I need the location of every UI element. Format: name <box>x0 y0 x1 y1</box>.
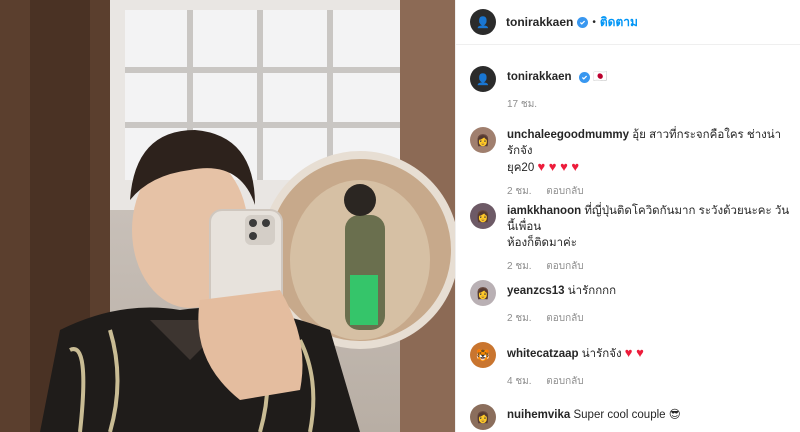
post-panel: 👤 tonirakkaen • ติดตาม 👤 tonirakkaen 🇯🇵 … <box>455 0 800 432</box>
comment-username[interactable]: whitecatzaap <box>507 348 579 360</box>
commenter-avatar[interactable]: 👩 <box>470 404 496 430</box>
reply-button[interactable]: ตอบกลับ <box>546 186 583 197</box>
comment-item: 👩 yeanzcs13 น่ารักกกก 2 ชม. ตอบกลับ <box>470 280 793 327</box>
comment-item: 👩 iamkkhanoon ที่ญี่ปุ่นติดโควิดกันมาก ร… <box>470 203 793 275</box>
post-photo <box>0 0 455 432</box>
author-avatar[interactable]: 👤 <box>470 66 496 92</box>
reply-button[interactable]: ตอบกลับ <box>546 313 583 324</box>
comment-text-cont: ยุค20 <box>507 162 535 174</box>
commenter-avatar[interactable]: 👩 <box>470 203 496 229</box>
reply-button[interactable]: ตอบกลับ <box>546 261 583 272</box>
mirror-selfie-image <box>0 0 455 432</box>
verified-icon <box>578 72 590 83</box>
comment-time: 2 ชม. <box>507 313 532 324</box>
comment-username[interactable]: nuihemvika <box>507 409 570 421</box>
author-username[interactable]: tonirakkaen <box>506 15 573 29</box>
comment-text: น่ารักกกก <box>567 285 617 297</box>
verified-icon <box>577 16 589 28</box>
comment-username[interactable]: iamkkhanoon <box>507 205 581 217</box>
caption: 👤 tonirakkaen 🇯🇵 17 ชม. <box>470 66 793 113</box>
sunglasses-emoji: 😎 <box>668 409 681 421</box>
heart-emojis: ♥ ♥ ♥ ♥ <box>537 159 580 174</box>
commenter-avatar[interactable]: 👩 <box>470 280 496 306</box>
post-header: 👤 tonirakkaen • ติดตาม <box>456 0 800 45</box>
author-avatar[interactable]: 👤 <box>470 9 496 35</box>
caption-time: 17 ชม. <box>507 99 538 110</box>
separator-dot: • <box>592 16 596 28</box>
caption-username[interactable]: tonirakkaen <box>507 71 572 83</box>
commenter-avatar[interactable]: 🐯 <box>470 342 496 368</box>
reply-button[interactable]: ตอบกลับ <box>546 376 583 387</box>
comment-time: 2 ชม. <box>507 186 532 197</box>
comment-text: Super cool couple <box>573 409 666 421</box>
comment-text-cont: ห้องก็ติดมาค่ะ <box>507 237 577 249</box>
heart-emojis: ♥ ♥ <box>624 345 644 360</box>
follow-button[interactable]: ติดตาม <box>600 13 638 32</box>
comment-item: 👩 unchaleegoodmummy อุ้ย สาวที่กระจกคือใ… <box>470 127 793 200</box>
comment-username[interactable]: unchaleegoodmummy <box>507 129 629 141</box>
comment-time: 2 ชม. <box>507 261 532 272</box>
comment-item: 👩 nuihemvika Super cool couple 😎 <box>470 404 793 430</box>
comment-item: 🐯 whitecatzaap น่ารักจัง ♥ ♥ 4 ชม. ตอบกล… <box>470 342 793 390</box>
comment-username[interactable]: yeanzcs13 <box>507 285 565 297</box>
caption-text: 🇯🇵 <box>592 71 608 83</box>
commenter-avatar[interactable]: 👩 <box>470 127 496 153</box>
comment-time: 4 ชม. <box>507 376 532 387</box>
comment-text: น่ารักจัง <box>581 348 622 360</box>
